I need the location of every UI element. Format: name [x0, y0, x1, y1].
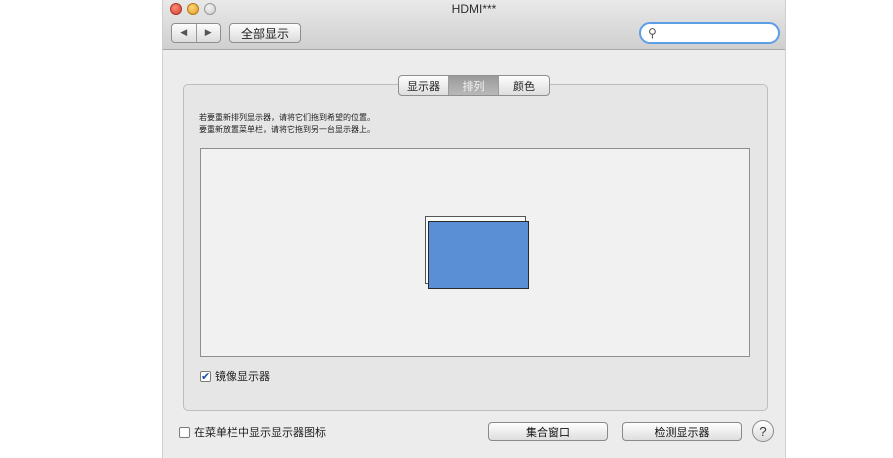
instruction-menubar: 要重新放置菜单栏，请将它拖到另一台显示器上。 [199, 125, 375, 134]
menubar-icon-checkbox[interactable] [179, 426, 190, 438]
window-title: HDMI*** [451, 2, 497, 16]
tab-arrangement[interactable]: 排列 [449, 76, 499, 95]
mirror-displays-checkbox[interactable]: ✔ [200, 370, 211, 382]
search-field[interactable]: ⚲ [639, 22, 780, 44]
gather-windows-button[interactable]: 集合窗口 [488, 422, 608, 441]
mirror-displays-label: 镜像显示器 [215, 370, 270, 383]
show-all-button[interactable]: 全部显示 [229, 23, 301, 43]
menubar-icon-option[interactable]: 在菜单栏中显示显示器图标 [179, 424, 326, 440]
search-icon: ⚲ [648, 26, 657, 40]
detect-displays-button[interactable]: 检测显示器 [622, 422, 742, 441]
tab-display[interactable]: 显示器 [399, 76, 449, 95]
search-input[interactable] [663, 25, 775, 43]
menubar-icon-label: 在菜单栏中显示显示器图标 [194, 426, 326, 439]
forward-button[interactable]: ▶ [197, 24, 221, 42]
tab-bar: 显示器 排列 颜色 [398, 75, 550, 96]
tab-color[interactable]: 颜色 [499, 76, 549, 95]
instruction-rearrange: 若要重新排列显示器，请将它们拖到希望的位置。 [199, 113, 375, 122]
back-forward-control: ◀ ▶ [171, 23, 221, 43]
display-thumbnail-main[interactable] [428, 221, 529, 289]
help-button[interactable]: ? [752, 420, 774, 442]
back-button[interactable]: ◀ [172, 24, 197, 42]
mirror-displays-option[interactable]: ✔ 镜像显示器 [200, 368, 270, 384]
title-bar: HDMI*** ◀ ▶ 全部显示 ⚲ [163, 0, 785, 50]
